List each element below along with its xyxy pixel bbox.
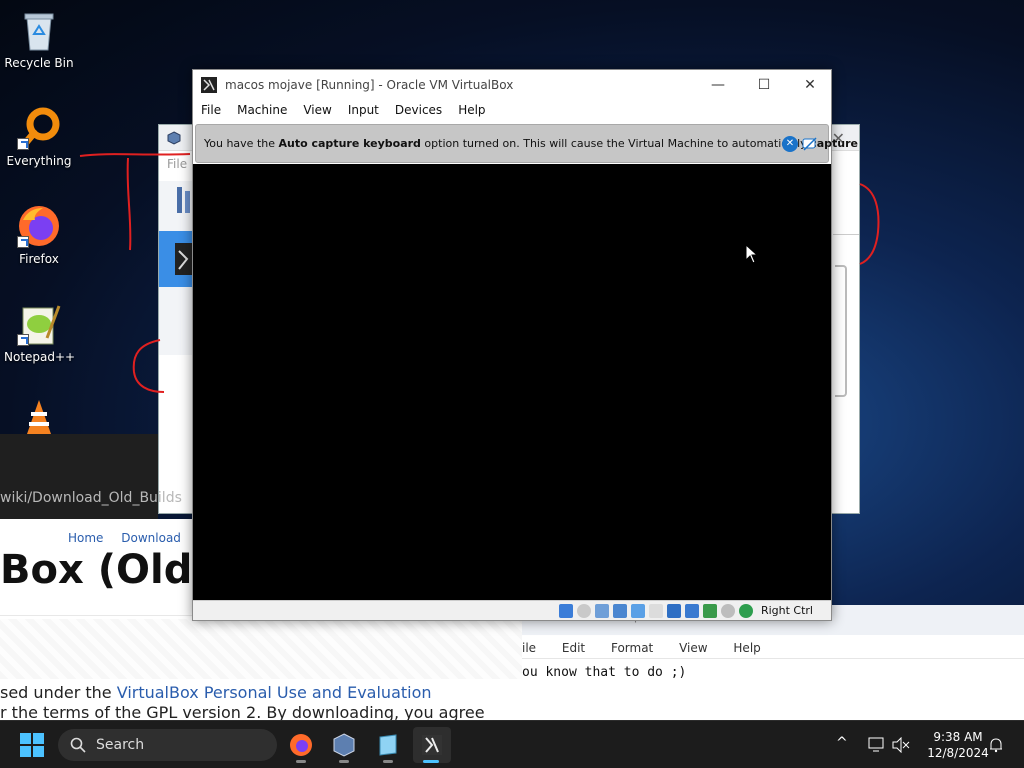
menu-help[interactable]: Help (458, 103, 485, 117)
notepad-menu-view[interactable]: View (679, 641, 707, 655)
network-icon[interactable] (613, 604, 627, 618)
taskbar-app-virtualbox-vm[interactable] (413, 727, 451, 763)
shortcut-arrow-icon (17, 334, 29, 346)
hard-disk-icon[interactable] (559, 604, 573, 618)
running-indicator (383, 760, 393, 763)
minimize-button[interactable]: — (695, 70, 741, 99)
red-annotation-scribble (79, 153, 191, 251)
notepad-menu-format[interactable]: Format (611, 641, 653, 655)
windows-logo-icon (20, 733, 44, 757)
cpu-execution-icon[interactable] (703, 604, 717, 618)
vm-statusbar: Right Ctrl (193, 600, 831, 620)
decorative-pattern (0, 619, 522, 679)
everything-search-icon (17, 106, 61, 150)
start-button[interactable] (20, 733, 44, 757)
notepad-icon (379, 734, 397, 756)
shared-folders-icon[interactable] (649, 604, 663, 618)
body-text-line: sed under the VirtualBox Personal Use an… (0, 683, 432, 702)
taskbar-search-box[interactable]: Search (58, 729, 277, 761)
notification-text: You have the Auto capture keyboard optio… (204, 137, 858, 150)
notepad-plus-plus-icon (17, 302, 61, 346)
close-button[interactable]: ✕ (787, 70, 833, 99)
nav-link-download[interactable]: Download (121, 531, 181, 545)
menu-input[interactable]: Input (348, 103, 379, 117)
audio-icon[interactable] (595, 604, 609, 618)
clock-date: 12/8/2024 (927, 746, 989, 760)
menu-machine[interactable]: Machine (237, 103, 287, 117)
usb-icon[interactable] (631, 604, 645, 618)
desktop-icon-notepad-plus-plus[interactable]: Notepad++ (4, 302, 76, 364)
search-label: Search (96, 737, 145, 753)
notification-do-not-show-icon[interactable] (802, 136, 818, 152)
nav-link-home[interactable]: Home (68, 531, 103, 545)
desktop-icon-recycle-bin[interactable]: Recycle Bin (4, 8, 74, 70)
body-text-line: r the terms of the GPL version 2. By dow… (0, 703, 485, 720)
notepad-menu-edit[interactable]: Edit (562, 641, 585, 655)
firefox-icon (17, 204, 61, 248)
optical-drive-icon[interactable] (577, 604, 591, 618)
notification-bell-icon[interactable] (988, 737, 1004, 753)
notepad-menubar: ile Edit Format View Help (522, 635, 1024, 659)
search-icon (70, 737, 86, 753)
manager-details-panel (835, 265, 847, 397)
virtualbox-vm-icon (201, 76, 217, 93)
desktop-icon-label: Everything (6, 154, 72, 168)
body-text: sed under the (0, 683, 117, 702)
taskbar-app-virtualbox-manager[interactable] (325, 727, 363, 763)
notification-text-part: You have the (204, 137, 279, 150)
notepad-menu-help[interactable]: Help (733, 641, 760, 655)
notepad-window[interactable]: Untitled - Notepad ile Edit Format View … (522, 605, 1024, 720)
page-heading: Box (Old (0, 547, 193, 593)
taskbar-app-firefox[interactable] (282, 727, 320, 763)
desktop-icon-label: Firefox (19, 252, 59, 266)
firefox-icon (290, 734, 312, 756)
active-indicator (423, 760, 439, 763)
vm-window-title: macos mojave [Running] - Oracle VM Virtu… (225, 77, 514, 92)
vm-menubar: File Machine View Input Devices Help (193, 99, 831, 121)
browser-window-chrome: wiki/Download_Old_Builds (0, 434, 182, 520)
vm-window[interactable]: macos mojave [Running] - Oracle VM Virtu… (192, 69, 858, 621)
auto-capture-notification: You have the Auto capture keyboard optio… (195, 124, 858, 163)
notification-close-icon[interactable]: ✕ (782, 136, 798, 152)
license-link[interactable]: VirtualBox Personal Use and Evaluation (117, 683, 432, 702)
site-nav: Home Download (68, 531, 195, 545)
volume-muted-icon[interactable] (892, 737, 910, 753)
video-capture-icon[interactable] (685, 604, 699, 618)
host-key-icon (739, 604, 753, 618)
notepad-text-area[interactable]: ou know that to do ;) (522, 659, 1024, 680)
system-clock[interactable]: 9:38 AM 12/8/2024 (918, 729, 998, 761)
menu-file[interactable]: File (201, 103, 221, 117)
desktop-icon-everything[interactable]: Everything (4, 106, 74, 168)
browser-address-bar[interactable]: wiki/Download_Old_Builds (0, 490, 182, 506)
clock-time: 9:38 AM (933, 730, 983, 744)
mouse-integration-icon[interactable] (721, 604, 735, 618)
desktop-icon-label: Recycle Bin (4, 56, 74, 70)
desktop-icon-firefox[interactable]: Firefox (4, 204, 74, 266)
notepad-menu-file[interactable]: ile (522, 641, 536, 655)
virtualbox-icon (333, 733, 355, 757)
running-indicator (339, 760, 349, 763)
taskbar: Search ^ 9:38 AM 12/8/2024 (0, 720, 1024, 768)
vm-display[interactable] (193, 164, 831, 600)
menu-devices[interactable]: Devices (395, 103, 442, 117)
red-annotation-scribble (132, 339, 165, 393)
show-hidden-icons-chevron[interactable]: ^ (836, 735, 848, 751)
virtualbox-icon (167, 131, 181, 145)
recycle-bin-icon (17, 8, 61, 52)
maximize-button[interactable]: ☐ (741, 70, 787, 99)
menu-view[interactable]: View (303, 103, 331, 117)
desktop-icon-label: Notepad++ (4, 350, 76, 364)
mouse-cursor-icon (745, 244, 759, 264)
notification-bold-text: Auto capture keyboard (278, 137, 421, 150)
macos-vm-icon (422, 735, 442, 755)
network-status-icon[interactable] (868, 737, 886, 753)
shortcut-arrow-icon (17, 138, 29, 150)
red-annotation-scribble (859, 183, 880, 265)
running-indicator (296, 760, 306, 763)
display-icon[interactable] (667, 604, 681, 618)
host-key-label: Right Ctrl (760, 604, 813, 617)
shortcut-arrow-icon (17, 236, 29, 248)
taskbar-app-notepad[interactable] (369, 727, 407, 763)
notification-text-part: option turned on. This will cause the Vi… (420, 137, 811, 150)
